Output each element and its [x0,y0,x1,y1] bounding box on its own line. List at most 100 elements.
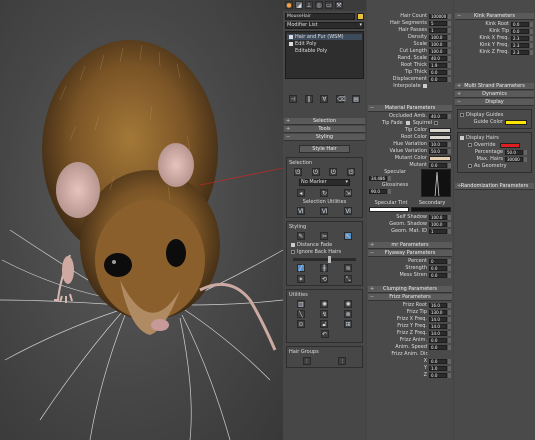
as-geometry-checkbox[interactable] [468,164,472,168]
select-whole-guide-icon[interactable]: ᘎ [311,168,320,176]
rollout-clumping[interactable]: + Clumping Parameters [368,286,452,293]
distance-fade-row[interactable]: Distance Fade [291,242,358,248]
rollout-dynamics[interactable]: + Dynamics [455,91,534,98]
stack-item[interactable]: Hair and Fur (WSM) [287,34,362,40]
spinner-arrows[interactable] [448,76,451,82]
spinner-arrows[interactable] [448,358,451,364]
override-checkbox[interactable] [468,143,472,147]
spinner-arrows[interactable] [448,330,451,336]
tip-fade-checkbox[interactable] [405,121,410,125]
spinner-arrows[interactable] [448,55,451,61]
ignore-back-hairs-row[interactable]: Ignore Back Hairs [291,249,358,255]
spinner-arrows[interactable] [530,35,533,41]
rollout-material[interactable]: − Material Parameters [368,105,452,112]
display-hairs-checkbox[interactable] [460,136,464,140]
object-color-swatch[interactable] [357,13,364,20]
spinner-arrows[interactable] [448,323,451,329]
stack-item[interactable]: Editable Poly [287,48,362,54]
interpolate-checkbox[interactable] [422,84,427,88]
spinner-arrows[interactable] [448,69,451,75]
rotate-icon[interactable]: ⟲ [320,275,329,283]
select-by-root-icon[interactable]: ᘎ [347,168,356,176]
spinner-arrows[interactable] [448,228,451,234]
spinner-arrows[interactable] [448,337,451,343]
select-hair-by-ends-icon[interactable]: ᘎ [293,168,302,176]
pop-zero-icon[interactable]: ✺ [344,300,353,308]
distance-fade-checkbox[interactable] [291,243,295,247]
spinner-arrows[interactable] [388,176,391,181]
grow-selection-icon[interactable]: Ⅵ [344,207,353,215]
rollout-styling[interactable]: − Styling [284,134,365,141]
expand-selection-icon[interactable]: ⇲ [344,189,353,197]
puff-roots-icon[interactable]: ≋ [344,264,353,272]
spinner-arrows[interactable] [448,221,451,227]
rollout-frizz[interactable]: − Frizz Parameters [368,294,452,301]
spinner-arrows[interactable] [448,372,451,378]
utilities-tab-icon[interactable]: ⚒ [335,1,343,9]
display-tab-icon[interactable]: ▭ [325,1,333,9]
rollout-multi-strand[interactable]: + Multi Strand Parameters [455,83,534,90]
rollout-selection[interactable]: + Selection [284,118,365,125]
create-tab-icon[interactable]: ● [285,1,293,9]
clump-icon[interactable]: ✶ [296,275,305,283]
spinner-arrows[interactable] [448,48,451,54]
spinner-arrows[interactable] [448,27,451,33]
spinner-arrows[interactable] [524,156,527,162]
object-name-field[interactable]: MouseHair [285,13,355,20]
invert-selection-icon[interactable]: ◂ [296,189,305,197]
spinner-arrows[interactable] [448,302,451,308]
hide-selected-icon[interactable]: Ⅵ [296,207,305,215]
spinner-arrows[interactable] [530,42,533,48]
spinner-arrows[interactable] [388,189,391,194]
specular-tint-swatch[interactable] [369,207,409,212]
spinner-arrows[interactable] [448,41,451,47]
stand-icon[interactable]: ╫ [320,264,329,272]
spinner-arrows[interactable] [448,316,451,322]
spinner-arrows[interactable] [530,21,533,27]
root-color-swatch[interactable] [429,134,451,140]
spinner-arrows[interactable] [448,13,451,19]
glossiness-field[interactable]: 90.0 [369,189,387,194]
visibility-icon[interactable] [289,42,293,46]
unlock-icon[interactable]: 🔓︎ [320,320,329,328]
rollout-randomization[interactable]: + Randomization Parameters [455,183,534,190]
brush-size-slider[interactable] [293,256,356,263]
occluded-amb-field[interactable]: 40.0 [429,113,447,119]
reset-rest-icon[interactable]: ↯ [320,310,329,318]
toggle-hair-icon[interactable]: ⊞ [344,320,353,328]
spinner-arrows[interactable] [448,148,451,154]
translate-icon[interactable]: ╱ [296,264,305,272]
visibility-icon[interactable] [289,35,293,39]
stack-item[interactable]: Edit Poly [287,41,362,47]
rollout-kink[interactable]: − Kink Parameters [455,13,534,20]
scale-icon[interactable]: ⤡ [344,275,353,283]
rotate-selection-icon[interactable]: ↻ [320,189,329,197]
rollout-tools[interactable]: + Tools [284,126,365,133]
split-group-icon[interactable]: ⫶ [302,357,311,365]
spinner-arrows[interactable] [448,162,451,168]
spinner-arrows[interactable] [448,141,451,147]
remove-modifier-icon[interactable]: ⌫ [336,95,346,103]
spinner-arrows[interactable] [448,214,451,220]
configure-sets-icon[interactable]: ▤ [352,95,361,103]
recomb-icon[interactable]: ╲ [296,310,305,318]
mutant-color-swatch[interactable] [429,155,451,161]
rollout-mr-parameters[interactable]: + mr Parameters [368,242,452,249]
spinner-arrows[interactable] [448,265,451,271]
spinner-arrows[interactable] [448,365,451,371]
hair-brush-icon[interactable]: ✎ [296,232,305,240]
ignore-back-hairs-checkbox[interactable] [291,250,295,254]
modify-tab-icon[interactable]: ◢ [295,1,303,9]
squirrel-checkbox[interactable] [434,121,439,125]
rollout-flyaway[interactable]: − Flyaway Parameters [368,250,452,257]
spinner-arrows[interactable] [530,28,533,34]
pin-stack-icon[interactable]: ⊣ [288,95,297,103]
spinner-arrows[interactable] [448,258,451,264]
attenuate-icon[interactable]: ▥ [296,300,305,308]
pop-selected-icon[interactable]: ✺ [320,300,329,308]
rollout-display[interactable]: − Display [455,99,534,106]
merge-group-icon[interactable]: ⫶ [338,357,347,365]
hair-cut-icon[interactable]: ✂ [320,232,329,240]
marker-dropdown[interactable]: No Marker ▾ [299,179,350,186]
spinner-arrows[interactable] [448,62,451,68]
